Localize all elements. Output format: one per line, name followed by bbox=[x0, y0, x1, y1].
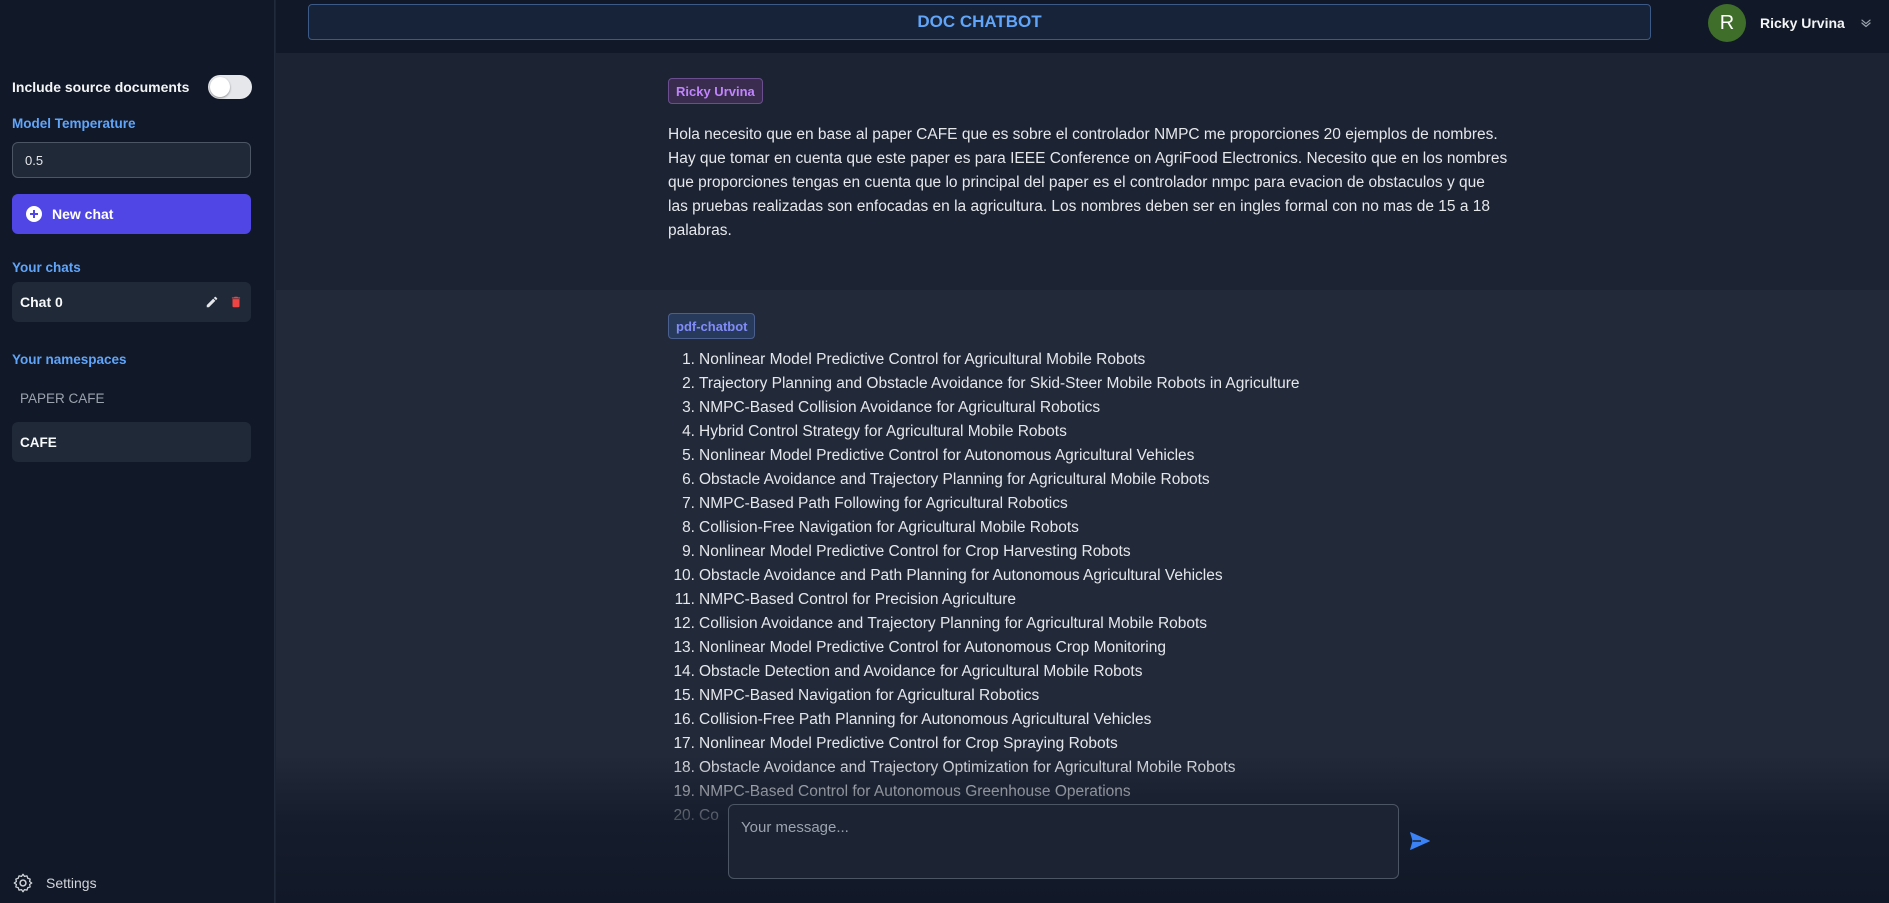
list-item: 9. Nonlinear Model Predictive Control for… bbox=[672, 540, 1572, 564]
list-item: 11. NMPC-Based Control for Precision Agri… bbox=[672, 588, 1572, 612]
include-source-row: Include source documents bbox=[12, 74, 252, 100]
list-item-text: Nonlinear Model Predictive Control for A… bbox=[699, 351, 1146, 368]
include-source-toggle[interactable] bbox=[208, 75, 252, 99]
list-item: 7. NMPC-Based Path Following for Agricult… bbox=[672, 492, 1572, 516]
list-item-number: 7. bbox=[682, 495, 695, 512]
include-source-label: Include source documents bbox=[12, 79, 190, 95]
list-item-number: 9. bbox=[682, 543, 695, 560]
list-item: 15. NMPC-Based Navigation for Agricultura… bbox=[672, 684, 1572, 708]
list-item-text: Nonlinear Model Predictive Control for C… bbox=[699, 735, 1118, 752]
settings-link[interactable]: Settings bbox=[12, 872, 97, 894]
gear-icon bbox=[13, 873, 33, 893]
avatar: R bbox=[1708, 4, 1746, 42]
chat-item-label: Chat 0 bbox=[20, 294, 63, 310]
new-chat-label: New chat bbox=[52, 206, 114, 222]
list-item-number: 15. bbox=[673, 687, 695, 704]
new-chat-button[interactable]: New chat bbox=[12, 194, 251, 234]
list-item: 14. Obstacle Detection and Avoidance for … bbox=[672, 660, 1572, 684]
namespace-item-paper-cafe[interactable]: PAPER CAFE bbox=[12, 378, 251, 418]
list-item-number: 11. bbox=[674, 591, 695, 608]
list-item-text: NMPC-Based Control for Precision Agricul… bbox=[699, 591, 1017, 608]
list-item-text: Collision Avoidance and Trajectory Plann… bbox=[699, 615, 1208, 632]
list-item: 8. Collision-Free Navigation for Agricult… bbox=[672, 516, 1572, 540]
list-item-number: 8. bbox=[682, 519, 695, 536]
user-message-text: Hola necesito que en base al paper CAFE … bbox=[668, 126, 1508, 239]
header: DOC CHATBOT R Ricky Urvina bbox=[276, 0, 1889, 53]
user-message: Ricky Urvina Hola necesito que en base a… bbox=[276, 53, 1889, 290]
list-item: 13. Nonlinear Model Predictive Control fo… bbox=[672, 636, 1572, 660]
list-item-text: Obstacle Detection and Avoidance for Agr… bbox=[699, 663, 1143, 680]
trash-icon[interactable] bbox=[229, 295, 243, 309]
list-item-text: Obstacle Avoidance and Trajectory Planni… bbox=[699, 471, 1210, 488]
chat-actions bbox=[205, 295, 243, 309]
list-item-number: 1. bbox=[682, 351, 695, 368]
bot-message-author-badge: pdf-chatbot bbox=[668, 313, 756, 339]
list-item: 6. Obstacle Avoidance and Trajectory Plan… bbox=[672, 468, 1572, 492]
your-namespaces-label: Your namespaces bbox=[12, 352, 127, 367]
list-item-text: Obstacle Avoidance and Trajectory Optimi… bbox=[699, 759, 1236, 776]
list-item-text: NMPC-Based Collision Avoidance for Agric… bbox=[699, 399, 1101, 416]
user-menu[interactable]: R Ricky Urvina bbox=[1708, 4, 1873, 42]
list-item: 18. Obstacle Avoidance and Trajectory Opt… bbox=[672, 756, 1572, 780]
list-item: 19. NMPC-Based Control for Autonomous Gre… bbox=[672, 780, 1572, 804]
list-item: 16. Collision-Free Path Planning for Auto… bbox=[672, 708, 1572, 732]
list-item-number: 20. bbox=[673, 807, 695, 824]
list-item: 17. Nonlinear Model Predictive Control fo… bbox=[672, 732, 1572, 756]
list-item-text: Nonlinear Model Predictive Control for C… bbox=[699, 543, 1131, 560]
user-message-author-badge: Ricky Urvina bbox=[668, 78, 763, 104]
your-chats-label: Your chats bbox=[12, 260, 81, 275]
bot-answer-list: 1. Nonlinear Model Predictive Control for… bbox=[672, 348, 1572, 828]
list-item-text: Nonlinear Model Predictive Control for A… bbox=[699, 639, 1166, 656]
list-item-text: Obstacle Avoidance and Path Planning for… bbox=[699, 567, 1223, 584]
list-item: 5. Nonlinear Model Predictive Control for… bbox=[672, 444, 1572, 468]
list-item-text: Co bbox=[699, 807, 719, 824]
list-item: 4. Hybrid Control Strategy for Agricultur… bbox=[672, 420, 1572, 444]
list-item: 1. Nonlinear Model Predictive Control for… bbox=[672, 348, 1572, 372]
chevron-down-icon[interactable] bbox=[1859, 16, 1873, 30]
plus-circle-icon bbox=[26, 206, 42, 222]
list-item-number: 17. bbox=[673, 735, 695, 752]
toggle-knob bbox=[210, 77, 230, 97]
list-item-text: Trajectory Planning and Obstacle Avoidan… bbox=[699, 375, 1300, 392]
list-item-number: 4. bbox=[682, 423, 695, 440]
message-input[interactable]: Your message... bbox=[728, 804, 1399, 879]
paper-plane-icon[interactable] bbox=[1408, 829, 1432, 853]
temperature-input[interactable]: 0.5 bbox=[12, 142, 251, 178]
list-item: 10. Obstacle Avoidance and Path Planning … bbox=[672, 564, 1572, 588]
sidebar: Include source documents Model Temperatu… bbox=[0, 0, 275, 903]
list-item-number: 3. bbox=[682, 399, 695, 416]
list-item: 3. NMPC-Based Collision Avoidance for Agr… bbox=[672, 396, 1572, 420]
list-item-text: NMPC-Based Control for Autonomous Greenh… bbox=[699, 783, 1131, 800]
list-item-text: Nonlinear Model Predictive Control for A… bbox=[699, 447, 1195, 464]
list-item-number: 19. bbox=[673, 783, 695, 800]
list-item-number: 6. bbox=[682, 471, 695, 488]
app-title: DOC CHATBOT bbox=[308, 4, 1651, 40]
list-item-number: 10. bbox=[673, 567, 695, 584]
chat-item[interactable]: Chat 0 bbox=[12, 282, 251, 322]
temperature-label: Model Temperature bbox=[12, 116, 136, 131]
list-item-number: 16. bbox=[673, 711, 695, 728]
list-item-text: Hybrid Control Strategy for Agricultural… bbox=[699, 423, 1067, 440]
list-item-number: 14. bbox=[673, 663, 695, 680]
list-item-number: 5. bbox=[682, 447, 695, 464]
list-item-number: 12. bbox=[673, 615, 695, 632]
settings-label: Settings bbox=[46, 875, 97, 891]
pencil-icon[interactable] bbox=[205, 295, 219, 309]
list-item-number: 18. bbox=[673, 759, 695, 776]
namespace-item-cafe[interactable]: CAFE bbox=[12, 422, 251, 462]
list-item-text: Collision-Free Navigation for Agricultur… bbox=[699, 519, 1079, 536]
list-item-text: NMPC-Based Path Following for Agricultur… bbox=[699, 495, 1068, 512]
list-item-text: NMPC-Based Navigation for Agricultural R… bbox=[699, 687, 1040, 704]
list-item-number: 13. bbox=[673, 639, 695, 656]
list-item: 2. Trajectory Planning and Obstacle Avoid… bbox=[672, 372, 1572, 396]
list-item-text: Collision-Free Path Planning for Autonom… bbox=[699, 711, 1152, 728]
user-name: Ricky Urvina bbox=[1760, 15, 1845, 31]
list-item: 12. Collision Avoidance and Trajectory Pl… bbox=[672, 612, 1572, 636]
list-item-number: 2. bbox=[682, 375, 695, 392]
